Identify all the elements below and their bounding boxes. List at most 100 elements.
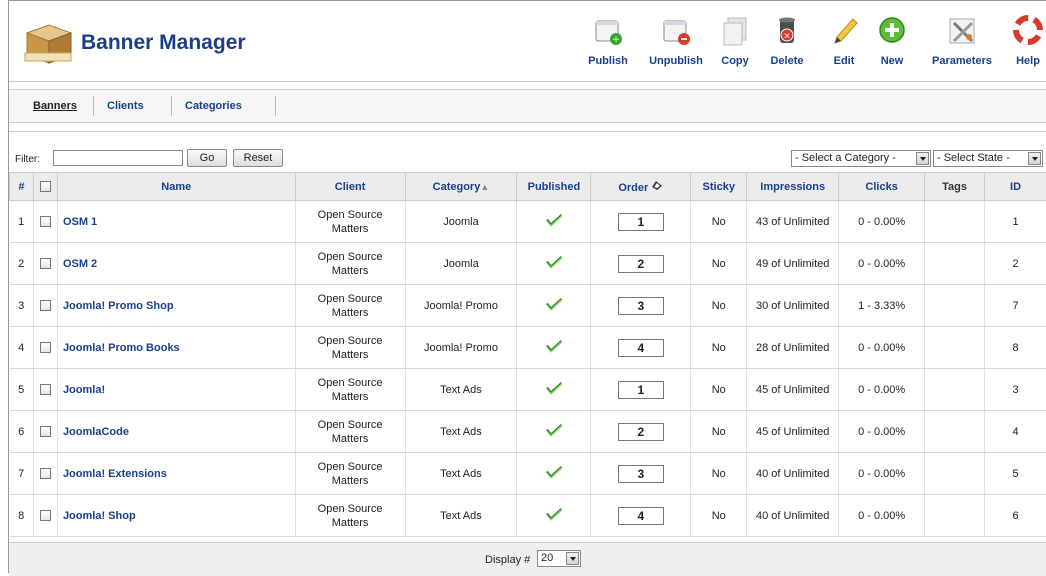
tab-clients[interactable]: Clients (107, 100, 144, 112)
order-cell: 3 (591, 285, 691, 327)
col-name[interactable]: Name (57, 173, 295, 201)
impressions-cell: 28 of Unlimited (747, 327, 839, 369)
published-check-icon[interactable] (544, 261, 564, 273)
table-header-row: # Name Client Category▲ Published Order … (10, 173, 1046, 201)
table-row: 6JoomlaCodeOpen SourceMattersText Ads2No… (10, 411, 1046, 453)
client-line-1: Open Source (318, 335, 383, 347)
client-line-1: Open Source (318, 251, 383, 263)
row-checkbox-cell (33, 495, 57, 537)
col-tags[interactable]: Tags (925, 173, 985, 201)
table-row: 7Joomla! ExtensionsOpen SourceMattersTex… (10, 453, 1046, 495)
row-checkbox[interactable] (40, 468, 51, 479)
client-cell: Open SourceMatters (295, 495, 405, 537)
table-row: 4Joomla! Promo BooksOpen SourceMattersJo… (10, 327, 1046, 369)
published-check-icon[interactable] (544, 345, 564, 357)
unpublish-button[interactable]: Unpublish (643, 15, 709, 67)
category-select[interactable]: - Select a Category - (791, 150, 931, 167)
col-id[interactable]: ID (985, 173, 1046, 201)
banner-name-link[interactable]: JoomlaCode (63, 426, 129, 438)
client-line-2: Matters (332, 307, 369, 319)
row-checkbox[interactable] (40, 216, 51, 227)
display-limit-select[interactable]: 20 (537, 550, 581, 567)
col-published[interactable]: Published (517, 173, 591, 201)
clicks-cell: 0 - 0.00% (839, 327, 925, 369)
client-cell: Open SourceMatters (295, 201, 405, 243)
row-checkbox-cell (33, 201, 57, 243)
banner-name-link[interactable]: Joomla! (63, 384, 105, 396)
order-input[interactable]: 4 (618, 339, 664, 357)
tags-cell (925, 495, 985, 537)
save-order-icon[interactable] (651, 182, 663, 194)
order-input[interactable]: 1 (618, 213, 664, 231)
parameters-icon (945, 15, 979, 47)
published-check-icon[interactable] (544, 387, 564, 399)
impressions-cell: 40 of Unlimited (747, 495, 839, 537)
client-cell: Open SourceMatters (295, 327, 405, 369)
row-checkbox[interactable] (40, 300, 51, 311)
published-check-icon[interactable] (544, 471, 564, 483)
row-number: 3 (10, 285, 34, 327)
published-check-icon[interactable] (544, 219, 564, 231)
row-checkbox[interactable] (40, 258, 51, 269)
order-input[interactable]: 3 (618, 465, 664, 483)
name-cell: Joomla! Shop (57, 495, 295, 537)
tab-categories[interactable]: Categories (185, 100, 242, 112)
client-line-1: Open Source (318, 461, 383, 473)
col-clicks[interactable]: Clicks (839, 173, 925, 201)
state-select[interactable]: - Select State - (933, 150, 1043, 167)
banners-table: # Name Client Category▲ Published Order … (9, 172, 1046, 537)
published-cell (517, 201, 591, 243)
published-cell (517, 411, 591, 453)
chevron-down-icon (916, 152, 929, 165)
chevron-down-icon (1028, 152, 1041, 165)
order-input[interactable]: 4 (618, 507, 664, 525)
parameters-button[interactable]: Parameters (927, 15, 997, 67)
col-order[interactable]: Order (591, 173, 691, 201)
published-check-icon[interactable] (544, 429, 564, 441)
banner-name-link[interactable]: Joomla! Promo Shop (63, 300, 174, 312)
tags-cell (925, 411, 985, 453)
tags-cell (925, 243, 985, 285)
banner-name-link[interactable]: Joomla! Promo Books (63, 342, 180, 354)
name-cell: Joomla! (57, 369, 295, 411)
published-check-icon[interactable] (544, 513, 564, 525)
copy-button[interactable]: Copy (717, 15, 753, 67)
publish-button[interactable]: + Publish (583, 15, 633, 67)
col-impressions[interactable]: Impressions (747, 173, 839, 201)
published-cell (517, 243, 591, 285)
client-line-1: Open Source (318, 419, 383, 431)
banner-name-link[interactable]: OSM 1 (63, 216, 97, 228)
sticky-cell: No (691, 411, 747, 453)
new-icon (875, 15, 909, 47)
delete-button[interactable]: × Delete (767, 15, 807, 67)
order-input[interactable]: 2 (618, 255, 664, 273)
edit-button[interactable]: Edit (827, 15, 861, 67)
filter-input[interactable] (53, 150, 183, 166)
banner-name-link[interactable]: OSM 2 (63, 258, 97, 270)
banner-name-link[interactable]: Joomla! Shop (63, 510, 136, 522)
reset-button[interactable]: Reset (233, 149, 283, 167)
row-checkbox[interactable] (40, 426, 51, 437)
table-body: 1OSM 1Open SourceMattersJoomla1No43 of U… (10, 201, 1046, 537)
order-input[interactable]: 2 (618, 423, 664, 441)
client-line-2: Matters (332, 223, 369, 235)
row-checkbox[interactable] (40, 510, 51, 521)
banner-name-link[interactable]: Joomla! Extensions (63, 468, 167, 480)
published-check-icon[interactable] (544, 303, 564, 315)
col-client[interactable]: Client (295, 173, 405, 201)
impressions-cell: 45 of Unlimited (747, 411, 839, 453)
tags-cell (925, 369, 985, 411)
help-button[interactable]: Help (1011, 15, 1045, 67)
row-checkbox[interactable] (40, 342, 51, 353)
new-button[interactable]: New (875, 15, 909, 67)
tab-banners[interactable]: Banners (33, 100, 77, 112)
go-button[interactable]: Go (187, 149, 227, 167)
sticky-cell: No (691, 201, 747, 243)
order-input[interactable]: 3 (618, 297, 664, 315)
select-all-checkbox[interactable] (40, 181, 51, 192)
row-checkbox[interactable] (40, 384, 51, 395)
col-category[interactable]: Category▲ (405, 173, 517, 201)
category-cell: Text Ads (405, 453, 517, 495)
order-input[interactable]: 1 (618, 381, 664, 399)
col-sticky[interactable]: Sticky (691, 173, 747, 201)
